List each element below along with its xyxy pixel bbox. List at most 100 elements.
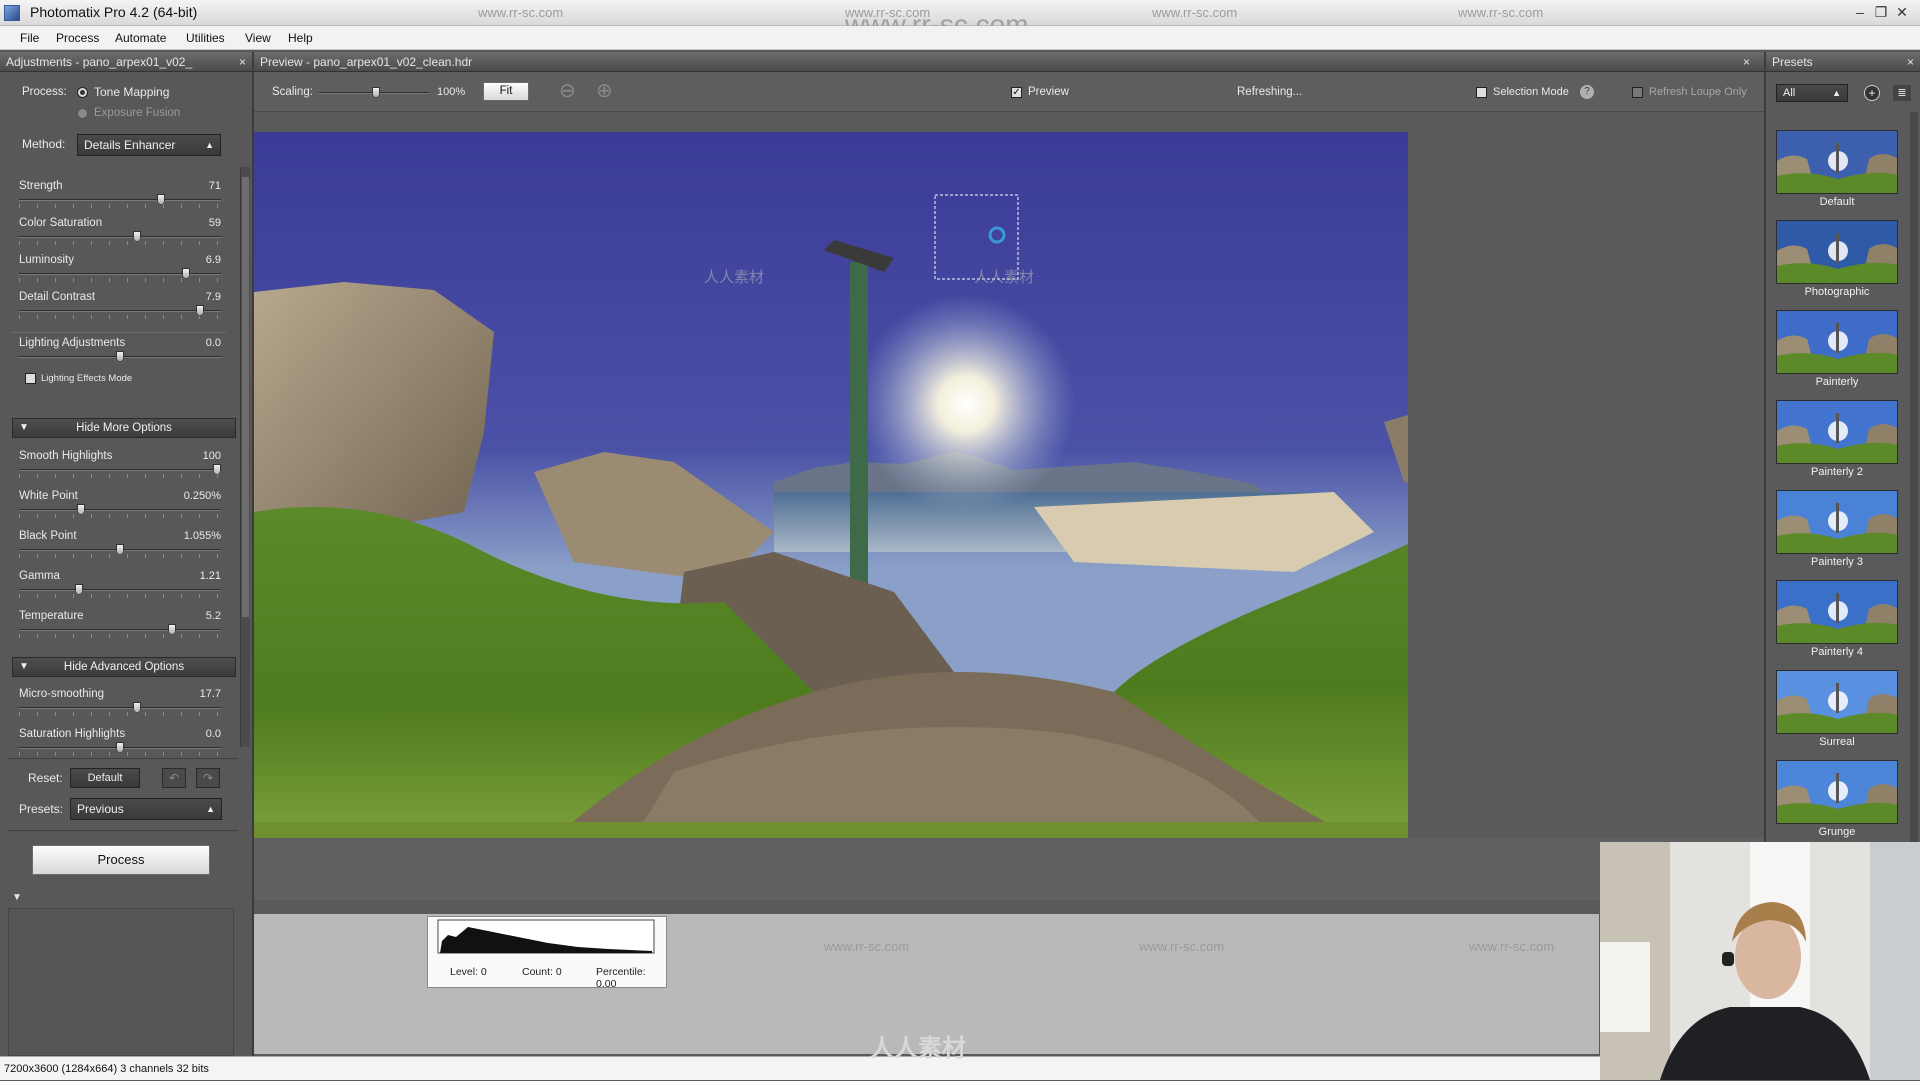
- preset-grunge[interactable]: Grunge: [1776, 760, 1898, 838]
- menu-help[interactable]: Help: [288, 31, 313, 45]
- lighting-value: 0.0: [205, 337, 221, 349]
- gamma-value: 1.21: [199, 570, 221, 582]
- list-view-icon[interactable]: ≣: [1893, 85, 1911, 101]
- menu-process[interactable]: Process: [56, 31, 99, 45]
- preset-painterly[interactable]: Painterly: [1776, 310, 1898, 388]
- lighting-slider-thumb[interactable]: [116, 351, 124, 362]
- close-window-button[interactable]: ✕: [1891, 2, 1913, 22]
- maximize-button[interactable]: ❐: [1870, 2, 1892, 22]
- preview-checkbox[interactable]: ✓: [1011, 87, 1022, 98]
- micro-smoothing-label: Micro-smoothing: [19, 688, 104, 700]
- image-info: 7200x3600 (1284x664) 3 channels 32 bits: [4, 1063, 209, 1075]
- preset-thumbnail: [1776, 670, 1898, 734]
- dropdown-arrows-icon: ▲: [206, 804, 215, 814]
- temperature-label: Temperature: [19, 610, 84, 622]
- temperature-slider-track[interactable]: [19, 629, 221, 631]
- luminosity-slider-track[interactable]: [19, 273, 221, 275]
- presets-title: Presets: [1772, 55, 1813, 69]
- close-icon[interactable]: ×: [1743, 52, 1750, 72]
- refresh-status: Refreshing...: [1237, 86, 1303, 98]
- strength-slider-ticks: [19, 204, 221, 208]
- preview-image[interactable]: 人人素材 人人素材: [254, 132, 1670, 838]
- collapse-triangle-icon[interactable]: ▼: [12, 892, 22, 903]
- detail-contrast-slider-ticks: [19, 315, 221, 319]
- strength-slider-track[interactable]: [19, 199, 221, 201]
- white-point-slider-track[interactable]: [19, 509, 221, 511]
- preset-thumbnail: [1776, 400, 1898, 464]
- saturation-highlights-label: Saturation Highlights: [19, 728, 126, 740]
- luminosity-label: Luminosity: [19, 254, 74, 266]
- preview-title: Preview - pano_arpex01_v02_clean.hdr: [260, 55, 473, 69]
- watermark-text: www.rr-sc.com: [478, 5, 564, 20]
- watermark-text: www.rr-sc.com: [1458, 5, 1544, 20]
- title-bar: Photomatix Pro 4.2 (64-bit) www.rr-sc.co…: [0, 0, 1920, 40]
- hide-more-options-label: Hide More Options: [76, 422, 172, 434]
- presets-dropdown[interactable]: Previous ▲: [70, 798, 222, 820]
- hide-advanced-options-toggle[interactable]: ▼ Hide Advanced Options: [12, 657, 236, 677]
- smooth-highlights-slider-track[interactable]: [19, 469, 221, 471]
- presets-scrollbar[interactable]: [1910, 112, 1918, 842]
- menu-automate[interactable]: Automate: [115, 31, 166, 45]
- scaling-slider-thumb[interactable]: [372, 87, 380, 98]
- zoom-in-icon[interactable]: ⊕: [596, 78, 613, 103]
- preset-painterly-4[interactable]: Painterly 4: [1776, 580, 1898, 658]
- preset-default[interactable]: Default: [1776, 130, 1898, 208]
- zoom-out-icon[interactable]: ⊖: [559, 78, 576, 103]
- svg-text:人人素材: 人人素材: [974, 269, 1034, 286]
- black-point-label: Black Point: [19, 530, 77, 542]
- lighting-effects-label: Lighting Effects Mode: [41, 373, 133, 384]
- scrollbar-thumb[interactable]: [242, 177, 249, 617]
- divider: [8, 758, 238, 759]
- detail-contrast-label: Detail Contrast: [19, 291, 96, 303]
- micro-smoothing-slider-track[interactable]: [19, 707, 221, 709]
- watermark-text: www.rr-sc.com: [1152, 5, 1238, 20]
- method-dropdown[interactable]: Details Enhancer ▲: [77, 134, 221, 156]
- fit-button[interactable]: Fit: [483, 82, 529, 101]
- luminosity-value: 6.9: [205, 254, 221, 266]
- selection-mode-checkbox[interactable]: [1476, 87, 1487, 98]
- close-icon[interactable]: ×: [1907, 52, 1914, 72]
- exposure-fusion-radio[interactable]: [77, 108, 88, 119]
- help-icon[interactable]: ?: [1580, 85, 1594, 99]
- lighting-label: Lighting Adjustments: [19, 337, 126, 349]
- undo-button[interactable]: ↶: [162, 768, 186, 788]
- preset-surreal[interactable]: Surreal: [1776, 670, 1898, 748]
- smooth-highlights-slider-ticks: [19, 474, 221, 478]
- preset-thumbnail: [1776, 310, 1898, 374]
- method-label: Method:: [22, 137, 66, 151]
- refresh-loupe-checkbox[interactable]: [1632, 87, 1643, 98]
- panel-scrollbar[interactable]: [240, 167, 250, 747]
- micro-smoothing-value: 17.7: [199, 688, 221, 700]
- lighting-effects-checkbox[interactable]: [25, 373, 36, 384]
- preset-painterly-2[interactable]: Painterly 2: [1776, 400, 1898, 478]
- close-icon[interactable]: ×: [239, 52, 246, 72]
- reset-default-button[interactable]: Default: [70, 768, 140, 788]
- color-saturation-value: 59: [208, 217, 221, 229]
- color-saturation-slider-ticks: [19, 241, 221, 245]
- webcam-overlay: [1600, 842, 1920, 1080]
- temperature-value: 5.2: [205, 610, 221, 622]
- gamma-slider-track[interactable]: [19, 589, 221, 591]
- menu-file[interactable]: File: [20, 31, 39, 45]
- process-button[interactable]: Process: [32, 845, 210, 875]
- hide-more-options-toggle[interactable]: ▼ Hide More Options: [12, 418, 236, 438]
- minimize-button[interactable]: –: [1849, 2, 1871, 22]
- preset-caption: Painterly 4: [1811, 646, 1863, 658]
- preset-thumbnail: [1776, 220, 1898, 284]
- presets-label: Presets:: [19, 802, 64, 816]
- redo-button[interactable]: ↷: [196, 768, 220, 788]
- undo-icon: ↶: [168, 771, 180, 785]
- add-preset-icon[interactable]: +: [1864, 85, 1880, 101]
- preset-caption: Painterly 2: [1811, 466, 1863, 478]
- tone-mapping-radio[interactable]: [77, 87, 88, 98]
- menu-utilities[interactable]: Utilities: [186, 31, 225, 45]
- color-saturation-slider-track[interactable]: [19, 236, 221, 238]
- menu-view[interactable]: View: [245, 31, 271, 45]
- detail-contrast-slider-track[interactable]: [19, 310, 221, 312]
- preset-painterly-3[interactable]: Painterly 3: [1776, 490, 1898, 568]
- preset-photographic[interactable]: Photographic: [1776, 220, 1898, 298]
- watermark-text: www.rr-sc.com: [824, 939, 910, 954]
- presets-filter-dropdown[interactable]: All ▲: [1776, 84, 1848, 102]
- histogram-box[interactable]: Level: 0 Count: 0 Percentile: 0.00: [427, 916, 667, 990]
- preview-header: Preview - pano_arpex01_v02_clean.hdr ×: [254, 52, 1764, 72]
